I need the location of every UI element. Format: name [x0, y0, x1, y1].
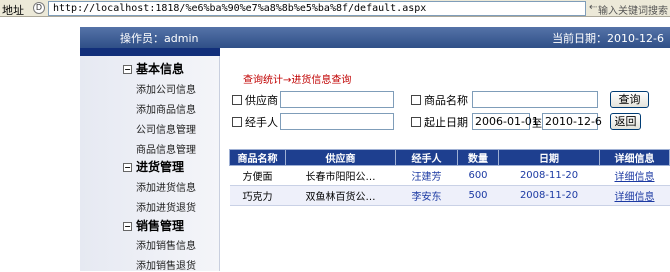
address-page-icon: D — [33, 2, 45, 14]
section-title: 进货管理 — [136, 160, 185, 174]
results-table: 商品名称 供应商 经手人 数量 日期 详细信息 方便面 长春市阳阳公… 汪建芳 … — [229, 149, 670, 206]
section-title: 基本信息 — [136, 62, 185, 76]
cell-product: 方便面 — [229, 165, 286, 186]
sidebar-item-add-sale-return[interactable]: 添加销售退货 — [136, 257, 196, 272]
search-arrow-icon[interactable]: ⇠ — [589, 2, 597, 13]
browser-address-bar: 地址 D http://localhost:1818/%e6%ba%90%e7%… — [0, 0, 670, 17]
date-range-checkbox-label[interactable]: 起止日期 — [411, 114, 468, 130]
supplier-checkbox[interactable] — [232, 95, 242, 105]
column-header: 经手人 — [395, 149, 458, 166]
sidebar-item-add-company[interactable]: 添加公司信息 — [136, 81, 196, 96]
product-name-input[interactable] — [472, 91, 598, 108]
sidebar-item-add-purchase-return[interactable]: 添加进货退货 — [136, 199, 196, 214]
column-header: 详细信息 — [599, 149, 670, 166]
supplier-input[interactable] — [280, 91, 394, 108]
cell-product: 巧克力 — [229, 185, 286, 206]
detail-link[interactable]: 详细信息 — [599, 165, 670, 186]
section-title: 销售管理 — [136, 219, 185, 233]
column-header: 日期 — [498, 149, 600, 166]
cell-date: 2008-11-20 — [498, 165, 600, 186]
column-header: 数量 — [457, 149, 499, 166]
supplier-label: 供应商 — [245, 94, 278, 107]
detail-link[interactable]: 详细信息 — [599, 185, 670, 206]
sidebar-section-basic-info[interactable]: − 基本信息 — [123, 60, 184, 77]
table-row: 巧克力 双鱼林百货公… 李安东 500 2008-11-20 详细信息 — [229, 185, 670, 206]
breadcrumb: 查询统计→进货信息查询 — [243, 75, 352, 86]
handler-input[interactable] — [280, 113, 394, 130]
cell-date: 2008-11-20 — [498, 185, 600, 206]
end-date-input[interactable]: 2010-12-6 — [542, 113, 602, 130]
sidebar-section-purchase[interactable]: − 进货管理 — [123, 158, 184, 175]
sidebar-item-add-product[interactable]: 添加商品信息 — [136, 101, 196, 116]
cell-supplier: 双鱼林百货公… — [285, 185, 396, 206]
cell-handler: 李安东 — [395, 185, 458, 206]
table-header-row: 商品名称 供应商 经手人 数量 日期 详细信息 — [229, 149, 670, 166]
date-range-checkbox[interactable] — [411, 117, 421, 127]
supplier-checkbox-label[interactable]: 供应商 — [232, 92, 278, 108]
column-header: 商品名称 — [229, 149, 286, 166]
sidebar-section-sales[interactable]: − 销售管理 — [123, 217, 184, 234]
collapse-icon[interactable]: − — [123, 65, 132, 74]
top-banner: 操作员：admin 当前日期：2010-12-6 — [80, 27, 670, 48]
url-text: http://localhost:1818/%e6%ba%90%e7%a8%8b… — [53, 3, 427, 14]
sidebar-item-add-sale[interactable]: 添加销售信息 — [136, 237, 196, 252]
sidebar-item-product-manage[interactable]: 商品信息管理 — [136, 141, 196, 156]
sidebar-top-strip — [80, 48, 220, 56]
product-checkbox-label[interactable]: 商品名称 — [411, 92, 468, 108]
handler-label: 经手人 — [245, 116, 278, 129]
cell-quantity: 500 — [457, 185, 499, 206]
keyword-search-input[interactable]: 输入关键词搜索 — [598, 2, 668, 17]
operator-label: 操作员：admin — [120, 32, 199, 45]
column-header: 供应商 — [285, 149, 396, 166]
sidebar-nav: − 基本信息 添加公司信息 添加商品信息 公司信息管理 商品信息管理 − 进货管理 … — [80, 48, 220, 272]
cell-handler: 汪建芳 — [395, 165, 458, 186]
app-window: 操作员：admin 当前日期：2010-12-6 − 基本信息 添加公司信息 添加… — [80, 17, 670, 272]
current-date-label: 当前日期：2010-12-6 — [552, 32, 664, 45]
sidebar-item-add-purchase[interactable]: 添加进货信息 — [136, 179, 196, 194]
query-button[interactable]: 查询 — [610, 91, 649, 108]
date-range-label: 起止日期 — [424, 116, 468, 129]
product-checkbox[interactable] — [411, 95, 421, 105]
back-button[interactable]: 返回 — [610, 113, 641, 130]
collapse-icon[interactable]: − — [123, 163, 132, 172]
handler-checkbox-label[interactable]: 经手人 — [232, 114, 278, 130]
main-content: 查询统计→进货信息查询 供应商 商品名称 查询 经手人 起止日期 2006-01… — [221, 48, 670, 271]
date-separator: 至 — [532, 119, 542, 130]
product-label: 商品名称 — [424, 94, 468, 107]
handler-checkbox[interactable] — [232, 117, 242, 127]
url-input[interactable]: http://localhost:1818/%e6%ba%90%e7%a8%8b… — [48, 1, 586, 16]
cell-quantity: 600 — [457, 165, 499, 186]
sidebar-item-company-manage[interactable]: 公司信息管理 — [136, 121, 196, 136]
start-date-input[interactable]: 2006-01-01 — [472, 113, 539, 130]
address-label: 地址 — [2, 4, 24, 17]
cell-supplier: 长春市阳阳公… — [285, 165, 396, 186]
collapse-icon[interactable]: − — [123, 222, 132, 231]
table-row: 方便面 长春市阳阳公… 汪建芳 600 2008-11-20 详细信息 — [229, 165, 670, 186]
